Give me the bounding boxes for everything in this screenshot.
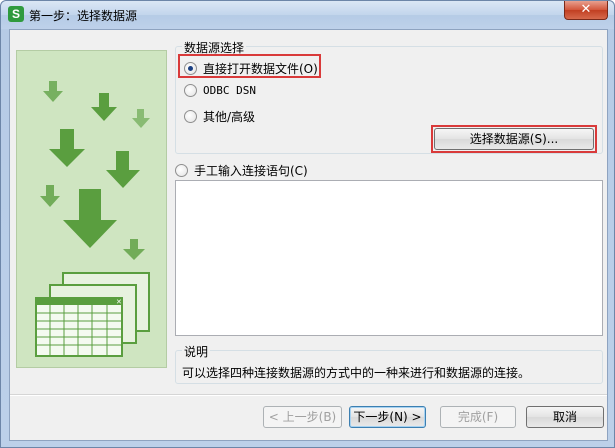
connection-string-textarea[interactable] [175,180,603,336]
description-text: 可以选择四种连接数据源的方式中的一种来进行和数据源的连接。 [182,366,531,380]
radio-manual-connection-label: 手工输入连接语句(C) [194,164,308,178]
radio-odbc-dsn[interactable]: ODBC DSN [184,84,256,97]
wizard-window: S 第一步：选择数据源 ✕ ✕ 数据源选择 直接打开数据文件(O) ODBC D… [0,0,615,448]
footer-separator [10,394,607,396]
radio-button[interactable] [184,84,197,97]
close-icon: ✕ [580,2,592,17]
spreadsheet-icon: ✕ [35,272,150,357]
radio-button[interactable] [184,110,197,123]
window-title: 第一步：选择数据源 [29,9,138,23]
arrow-down-icon [40,185,60,207]
illustration-panel: ✕ [16,50,167,368]
app-icon: S [8,6,24,22]
prev-step-button[interactable]: < 上一步(B) [263,406,342,428]
radio-odbc-dsn-label: ODBC DSN [203,84,256,97]
download-arrows-illustration: ✕ [35,81,150,357]
open-file-highlight [178,54,321,78]
next-step-button[interactable]: 下一步(N) > [349,406,426,428]
svg-text:✕: ✕ [116,298,122,306]
radio-other-advanced[interactable]: 其他/高级 [184,108,255,125]
arrow-down-icon [132,109,150,128]
finish-button[interactable]: 完成(F) [440,406,516,428]
radio-button[interactable] [175,164,188,177]
arrow-down-icon [123,239,145,260]
datasource-groupbox: 数据源选择 直接打开数据文件(O) ODBC DSN 其他/高级 选择数据源(S… [175,39,603,154]
arrow-down-icon [43,81,63,102]
description-groupbox: 说明 可以选择四种连接数据源的方式中的一种来进行和数据源的连接。 [175,343,603,384]
radio-other-advanced-label: 其他/高级 [203,110,256,124]
cancel-button[interactable]: 取消 [526,406,604,428]
radio-manual-connection[interactable]: 手工输入连接语句(C) [175,162,308,179]
description-legend: 说明 [182,343,211,360]
arrow-down-icon [91,93,117,121]
arrow-down-icon [49,129,85,167]
close-button[interactable]: ✕ [564,1,608,20]
select-datasource-highlight [431,125,597,153]
dialog-client-area: ✕ 数据源选择 直接打开数据文件(O) ODBC DSN 其他/高级 选择数据源… [9,29,608,441]
arrow-down-icon [106,151,140,188]
title-bar[interactable]: S 第一步：选择数据源 ✕ [1,1,614,29]
arrow-down-icon [63,189,117,248]
